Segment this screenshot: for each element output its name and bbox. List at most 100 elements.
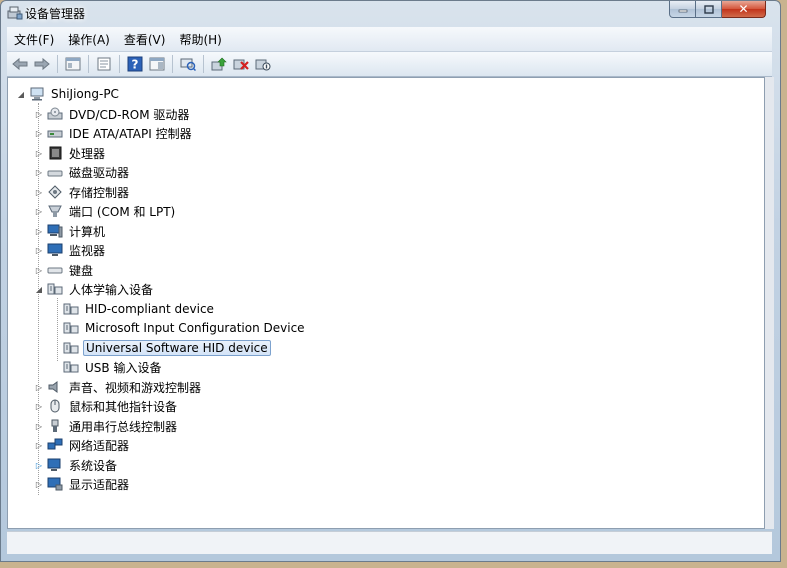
network-adapter-icon (47, 438, 63, 450)
show-hide-console-tree-icon (65, 57, 81, 71)
category-monitor[interactable]: ▷ 监视器 (34, 241, 107, 259)
scan-hardware-button[interactable] (178, 55, 198, 73)
category-label: 存储控制器 (69, 185, 130, 200)
toolbar-separator (203, 55, 204, 73)
category-label: 计算机 (69, 224, 106, 239)
disable-button[interactable] (253, 55, 273, 73)
device-manager-icon (7, 6, 23, 20)
collapsed-arrow-icon[interactable]: ▷ (34, 206, 44, 216)
toolbar-separator (119, 55, 120, 73)
collapsed-arrow-icon[interactable]: ▷ (34, 265, 44, 275)
hid-child-item[interactable]: HID-compliant device (60, 300, 216, 318)
category-network[interactable]: ▷ 网络适配器 (34, 436, 131, 454)
category-display[interactable]: ▷ 显示适配器 (34, 475, 131, 493)
category-label: 网络适配器 (69, 438, 130, 453)
show-hide-console-tree-button[interactable] (63, 55, 83, 73)
action-pane-icon (149, 57, 165, 71)
minimize-icon (678, 9, 687, 13)
close-button[interactable]: ✕ (722, 1, 766, 18)
device-tree-pane[interactable]: ◢ ShiJiong-PC ▷ DVD/CD-ROM 驱动器 ▷ IDE ATA… (7, 77, 765, 529)
category-label: IDE ATA/ATAPI 控制器 (69, 126, 192, 141)
hid-child-item-selected[interactable]: Universal Software HID device (60, 339, 271, 357)
uninstall-button[interactable] (231, 55, 251, 73)
collapsed-arrow-icon[interactable]: ▷ (34, 109, 44, 119)
status-bar (7, 531, 772, 554)
category-label: 磁盘驱动器 (69, 165, 130, 180)
collapsed-arrow-icon[interactable]: ▷ (34, 167, 44, 177)
hid-child-item[interactable]: Microsoft Input Configuration Device (60, 319, 307, 337)
collapsed-arrow-icon[interactable]: ▷ (34, 479, 44, 489)
category-label: 系统设备 (69, 458, 118, 473)
category-dvd[interactable]: ▷ DVD/CD-ROM 驱动器 (34, 105, 191, 123)
keyboard-icon (47, 267, 63, 274)
category-label: DVD/CD-ROM 驱动器 (69, 107, 190, 122)
collapsed-arrow-icon[interactable]: ▷ (34, 460, 44, 470)
collapsed-arrow-icon[interactable]: ▷ (34, 382, 44, 392)
help-button[interactable]: ? (125, 55, 145, 73)
collapsed-arrow-icon[interactable]: ▷ (34, 440, 44, 450)
collapsed-arrow-icon[interactable]: ▷ (34, 401, 44, 411)
toolbar: ? (7, 52, 772, 77)
collapsed-arrow-icon[interactable]: ▷ (34, 226, 44, 236)
collapsed-arrow-icon[interactable]: ▷ (34, 245, 44, 255)
hid-child-item[interactable]: USB 输入设备 (60, 358, 163, 376)
category-label: 人体学输入设备 (69, 282, 154, 297)
category-processor[interactable]: ▷ 处理器 (34, 144, 107, 162)
forward-button[interactable] (32, 55, 52, 73)
collapsed-arrow-icon[interactable]: ▷ (34, 148, 44, 158)
menu-help[interactable]: 帮助(H) (172, 31, 228, 48)
system-device-icon (47, 458, 61, 471)
hid-device-icon (63, 303, 79, 315)
properties-button[interactable] (94, 55, 114, 73)
dvd-drive-icon (47, 107, 63, 120)
category-computer[interactable]: ▷ 计算机 (34, 222, 107, 240)
maximize-icon (703, 4, 714, 14)
menu-action[interactable]: 操作(A) (61, 31, 117, 48)
category-sound[interactable]: ▷ 声音、视频和游戏控制器 (34, 378, 203, 396)
toolbar-separator (57, 55, 58, 73)
category-ports[interactable]: ▷ 端口 (COM 和 LPT) (34, 202, 177, 220)
toolbar-separator (172, 55, 173, 73)
maximize-button[interactable] (696, 1, 722, 18)
category-ide[interactable]: ▷ IDE ATA/ATAPI 控制器 (34, 124, 194, 142)
hid-device-icon (63, 322, 79, 334)
category-system[interactable]: ▷ 系统设备 (34, 456, 119, 474)
menu-file[interactable]: 文件(F) (7, 31, 61, 48)
title-bar[interactable]: 设备管理器 ✕ (1, 1, 780, 27)
close-icon: ✕ (738, 2, 749, 16)
scan-hardware-icon (180, 58, 196, 71)
back-icon (12, 57, 28, 71)
disable-icon (255, 59, 271, 71)
category-hid[interactable]: ◢ 人体学输入设备 (34, 280, 155, 298)
expanded-arrow-icon[interactable]: ◢ (16, 89, 26, 99)
device-label: Universal Software HID device (83, 340, 271, 356)
collapsed-arrow-icon[interactable]: ▷ (34, 187, 44, 197)
scrollbar[interactable] (765, 77, 774, 529)
minimize-button[interactable] (669, 1, 696, 18)
collapsed-arrow-icon[interactable]: ▷ (34, 128, 44, 138)
back-button[interactable] (10, 55, 30, 73)
device-label: HID-compliant device (85, 302, 214, 316)
monitor-icon (47, 243, 63, 256)
category-label: 声音、视频和游戏控制器 (69, 380, 202, 395)
category-label: 监视器 (69, 243, 106, 258)
category-disk[interactable]: ▷ 磁盘驱动器 (34, 163, 131, 181)
ide-controller-icon (47, 130, 63, 138)
menu-view[interactable]: 查看(V) (117, 31, 173, 48)
update-driver-button[interactable] (209, 55, 229, 73)
action-pane-button[interactable] (147, 55, 167, 73)
mouse-icon (50, 399, 60, 413)
device-label: USB 输入设备 (85, 360, 162, 375)
toolbar-separator (88, 55, 89, 73)
category-storage[interactable]: ▷ 存储控制器 (34, 183, 131, 201)
category-keyboard[interactable]: ▷ 键盘 (34, 261, 95, 279)
storage-controller-icon (48, 185, 62, 199)
category-mouse[interactable]: ▷ 鼠标和其他指针设备 (34, 397, 179, 415)
category-label: 键盘 (69, 263, 94, 278)
expanded-arrow-icon[interactable]: ◢ (34, 284, 44, 294)
processor-icon (49, 146, 62, 160)
category-usb[interactable]: ▷ 通用串行总线控制器 (34, 417, 179, 435)
collapsed-arrow-icon[interactable]: ▷ (34, 421, 44, 431)
category-label: 端口 (COM 和 LPT) (69, 204, 176, 219)
tree-root[interactable]: ◢ ShiJiong-PC (16, 85, 121, 103)
